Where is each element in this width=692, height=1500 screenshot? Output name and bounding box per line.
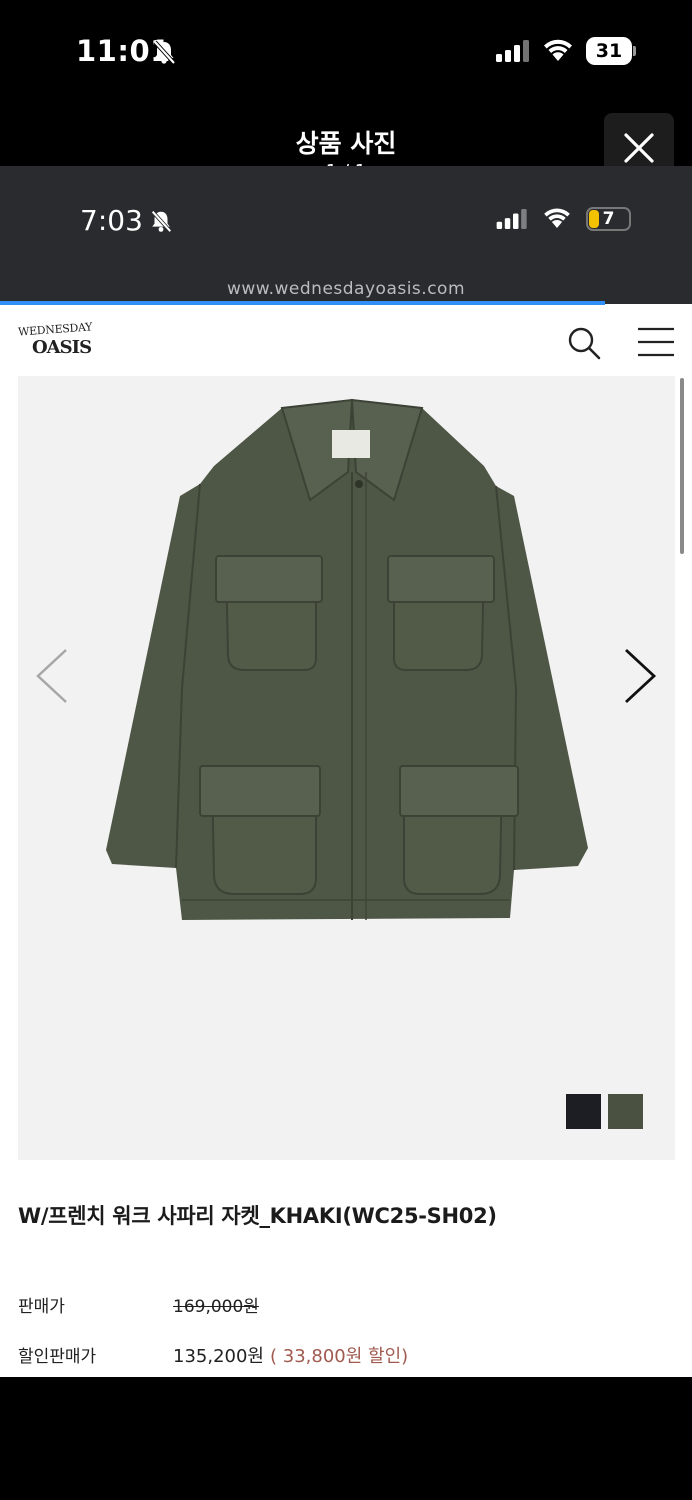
logo-line2: OASIS — [32, 337, 92, 358]
logo-line1: WEDNESDAY — [17, 320, 93, 339]
close-icon — [624, 133, 654, 163]
product-photo[interactable]: 7:03 7 www.wednesdayoasis.com WEDNESDAY — [0, 166, 692, 1377]
signal-icon — [496, 209, 527, 229]
original-price: 169,000원 — [173, 1297, 259, 1317]
product-image — [106, 398, 588, 920]
signal-icon — [496, 40, 529, 62]
wifi-icon — [544, 39, 572, 61]
product-image-gallery[interactable] — [18, 376, 675, 1160]
product-title: W/프렌치 워크 사파리 자켓_KHAKI(WC25-SH02) — [18, 1204, 497, 1228]
search-icon[interactable] — [566, 325, 602, 361]
inner-clock: 7:03 — [80, 204, 143, 237]
hamburger-menu-icon[interactable] — [637, 327, 675, 357]
site-header: WEDNESDAY OASIS — [0, 305, 692, 377]
battery-nub — [633, 46, 636, 56]
site-logo[interactable]: WEDNESDAY OASIS — [17, 320, 98, 363]
previous-image-arrow-icon[interactable] — [34, 646, 70, 706]
wifi-icon — [544, 208, 570, 228]
battery-icon: 7 — [586, 207, 631, 231]
sale-price: 135,200원 — [173, 1346, 264, 1367]
scrollbar[interactable] — [680, 378, 684, 554]
discount-amount: ( 33,800원 할인) — [270, 1346, 409, 1367]
sale-price-label: 할인판매가 — [18, 1347, 97, 1367]
color-swatch-black[interactable] — [566, 1094, 601, 1129]
viewer-title: 상품 사진 — [295, 129, 397, 158]
battery-text: 7 — [602, 209, 615, 229]
battery-icon: 31 — [586, 37, 632, 65]
outer-status-bar: 11:01 31 — [0, 0, 692, 100]
bell-slash-icon — [151, 210, 172, 233]
next-image-arrow-icon[interactable] — [622, 646, 658, 706]
bell-slash-icon — [153, 40, 176, 65]
url-bar[interactable]: www.wednesdayoasis.com — [0, 279, 692, 299]
color-swatch-khaki[interactable] — [608, 1094, 643, 1129]
sale-price-row: 135,200원 ( 33,800원 할인) — [173, 1342, 408, 1368]
inner-status-bar: 7:03 7 www.wednesdayoasis.com — [0, 166, 692, 305]
price-label: 판매가 — [18, 1297, 65, 1317]
